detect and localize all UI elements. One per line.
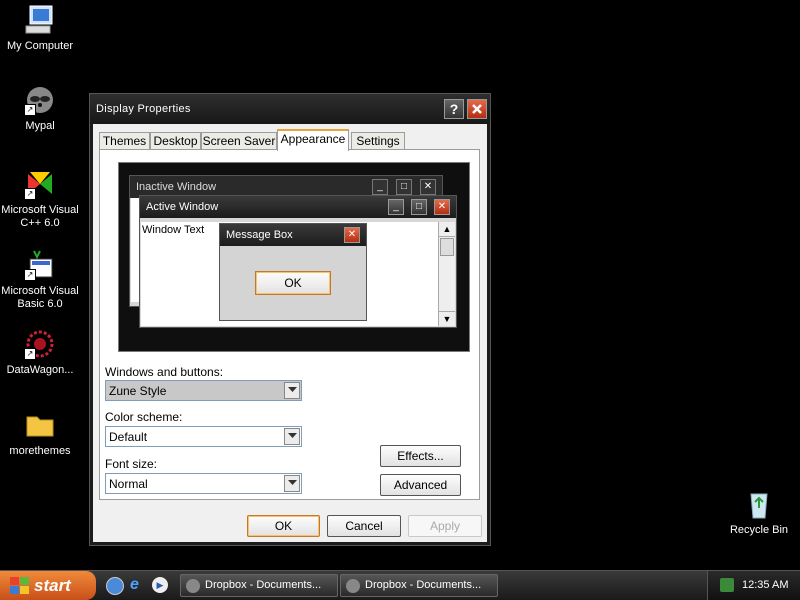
chevron-down-icon[interactable] (284, 382, 300, 399)
taskbar-item-dropbox[interactable]: Dropbox - Documents... (180, 574, 338, 597)
start-button[interactable]: start (0, 571, 96, 600)
font-size-label: Font size: (105, 457, 158, 471)
close-icon (472, 104, 482, 114)
desktop-icon-morethemes[interactable]: morethemes (0, 409, 80, 458)
desktop-icon-label: DataWagon... (6, 364, 74, 376)
appearance-preview: Inactive Window _ □ ✕ Active Window _ □ … (118, 162, 470, 352)
network-icon[interactable] (720, 578, 734, 592)
desktop-icon-visual-basic[interactable]: ↗ Microsoft Visual Basic 6.0 (0, 249, 80, 311)
windows-and-buttons-select[interactable]: Zune Style (105, 380, 302, 401)
clock[interactable]: 12:35 AM (742, 571, 788, 600)
windows-and-buttons-value: Zune Style (109, 384, 167, 398)
desktop-icon-label: morethemes (9, 445, 71, 457)
folder-icon (24, 409, 56, 441)
chevron-down-icon[interactable] (284, 428, 300, 445)
desktop-icon-recycle-bin[interactable]: Recycle Bin (719, 488, 799, 537)
preview-ok-button: OK (255, 271, 331, 295)
desktop-icon-label: Mypal (25, 120, 55, 132)
preview-maximize-icon: □ (396, 179, 412, 195)
scroll-thumb (440, 238, 454, 256)
color-scheme-value: Default (109, 430, 148, 444)
display-properties-dialog: Display Properties ? Themes Desktop Scre… (89, 93, 491, 546)
close-button[interactable] (467, 99, 487, 119)
desktop-icon-my-computer[interactable]: My Computer (0, 4, 80, 53)
preview-close-icon: ✕ (420, 179, 436, 195)
tab-desktop[interactable]: Desktop (150, 132, 201, 150)
shortcut-arrow-icon: ↗ (24, 188, 36, 200)
scroll-up-icon: ▲ (439, 222, 455, 237)
tab-screen-saver[interactable]: Screen Saver (201, 132, 277, 150)
font-size-select[interactable]: Normal (105, 473, 302, 494)
computer-icon (24, 4, 56, 36)
mypal-raccoon-icon: ↗ (24, 84, 56, 116)
preview-window-text: Window Text (142, 224, 205, 236)
system-tray: 12:35 AM (707, 571, 800, 600)
color-scheme-select[interactable]: Default (105, 426, 302, 447)
windows-logo-icon (10, 577, 29, 594)
windows-and-buttons-label: Windows and buttons: (105, 365, 224, 379)
shortcut-arrow-icon: ↗ (24, 104, 36, 116)
color-scheme-label: Color scheme: (105, 410, 183, 424)
preview-active-title: Active Window (146, 201, 219, 213)
preview-minimize-icon: _ (372, 179, 388, 195)
desktop-icon-label: Recycle Bin (729, 524, 789, 536)
preview-active-titlebar: Active Window (140, 196, 456, 218)
desktop-icon-label: My Computer (6, 40, 74, 52)
taskbar-item-label: Dropbox - Documents... (365, 579, 482, 591)
dialog-titlebar[interactable]: Display Properties ? (90, 94, 490, 124)
desktop-icon-visual-cpp[interactable]: ↗ Microsoft Visual C++ 6.0 (0, 168, 80, 230)
desktop-icon-mypal[interactable]: ↗ Mypal (0, 84, 80, 133)
mypal-raccoon-icon (346, 579, 360, 593)
desktop-icon-datawagon[interactable]: ↗ DataWagon... (0, 328, 80, 377)
visual-cpp-icon: ↗ (24, 168, 56, 200)
preview-inactive-title: Inactive Window (136, 181, 217, 193)
help-button[interactable]: ? (444, 99, 464, 119)
font-size-value: Normal (109, 477, 148, 491)
datawagon-icon: ↗ (24, 328, 56, 360)
desktop-icon-label: Microsoft Visual C++ 6.0 (1, 204, 79, 229)
ok-button[interactable]: OK (247, 515, 320, 537)
tab-appearance[interactable]: Appearance (277, 129, 349, 151)
appearance-panel: Inactive Window _ □ ✕ Active Window _ □ … (99, 149, 480, 500)
internet-explorer-icon[interactable]: e (130, 576, 139, 594)
preview-close-icon: ✕ (344, 227, 360, 243)
apply-button[interactable]: Apply (408, 515, 482, 537)
mypal-raccoon-icon (186, 579, 200, 593)
effects-button[interactable]: Effects... (380, 445, 461, 467)
taskbar: start e ▶ Dropbox - Documents... Dropbox… (0, 570, 800, 600)
preview-msgbox-title: Message Box (226, 229, 293, 241)
desktop-icon-label: Microsoft Visual Basic 6.0 (1, 285, 79, 310)
quick-launch: e ▶ (104, 576, 170, 596)
cancel-button[interactable]: Cancel (327, 515, 401, 537)
shortcut-arrow-icon: ↗ (24, 348, 36, 360)
dialog-client: Themes Desktop Screen Saver Appearance S… (93, 124, 487, 542)
dialog-title: Display Properties (96, 103, 191, 115)
recycle-bin-icon (743, 488, 775, 520)
preview-maximize-icon: □ (411, 199, 427, 215)
start-label: start (34, 576, 71, 595)
show-desktop-icon[interactable] (106, 577, 124, 595)
chevron-down-icon[interactable] (284, 475, 300, 492)
advanced-button[interactable]: Advanced (380, 474, 461, 496)
media-player-icon[interactable]: ▶ (152, 577, 168, 593)
shortcut-arrow-icon: ↗ (24, 269, 36, 281)
visual-basic-icon: ↗ (24, 249, 56, 281)
preview-message-box: Message Box ✕ OK (219, 223, 367, 321)
tab-settings[interactable]: Settings (351, 132, 405, 150)
preview-inactive-body (131, 198, 139, 302)
scroll-down-icon: ▼ (439, 311, 455, 326)
preview-minimize-icon: _ (388, 199, 404, 215)
preview-close-icon: ✕ (434, 199, 450, 215)
tab-themes[interactable]: Themes (99, 132, 150, 150)
taskbar-item-dropbox[interactable]: Dropbox - Documents... (340, 574, 498, 597)
taskbar-item-label: Dropbox - Documents... (205, 579, 322, 591)
preview-scrollbar: ▲ ▼ (438, 222, 455, 326)
